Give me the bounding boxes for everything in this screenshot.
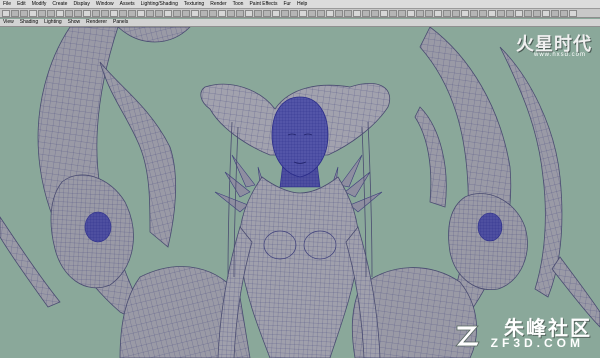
shelf-tool-icon[interactable] xyxy=(209,9,217,17)
shelf-tool-icon[interactable] xyxy=(290,9,298,17)
shelf-tool-icon[interactable] xyxy=(353,9,361,17)
shelf-tool-icon[interactable] xyxy=(119,9,127,17)
shelf-tool-icon[interactable] xyxy=(551,9,559,17)
shelf-tool-icon[interactable] xyxy=(344,9,352,17)
right-pod xyxy=(448,193,528,291)
shelf-tool-icon[interactable] xyxy=(38,9,46,17)
shelf-tool-icon[interactable] xyxy=(164,9,172,17)
hxsd-url-text: www.hxsd.com xyxy=(533,52,586,58)
shelf-tool-icon[interactable] xyxy=(137,9,145,17)
shelf-tool-icon[interactable] xyxy=(11,9,19,17)
shelf-tool-icon[interactable] xyxy=(56,9,64,17)
shelf-tool-icon[interactable] xyxy=(182,9,190,17)
shelf-tool-icon[interactable] xyxy=(470,9,478,17)
shelf-tool-icon[interactable] xyxy=(128,9,136,17)
tool-shelf xyxy=(0,9,600,18)
shelf-tool-icon[interactable] xyxy=(335,9,343,17)
shelf-tool-icon[interactable] xyxy=(389,9,397,17)
shelf-tool-icon[interactable] xyxy=(20,9,28,17)
main-menubar: File Edit Modify Create Display Window A… xyxy=(0,0,600,9)
shelf-tool-icon[interactable] xyxy=(200,9,208,17)
shelf-tool-icon[interactable] xyxy=(434,9,442,17)
shelf-tool-icon[interactable] xyxy=(155,9,163,17)
zf3d-watermark: 朱峰社区 ZF3D.COM xyxy=(442,312,592,352)
panel-menu-view[interactable]: View xyxy=(0,19,17,26)
shelf-tool-icon[interactable] xyxy=(47,9,55,17)
menu-toon[interactable]: Toon xyxy=(230,0,247,8)
torso xyxy=(238,176,360,358)
maya-window: File Edit Modify Create Display Window A… xyxy=(0,0,600,358)
menu-fur[interactable]: Fur xyxy=(280,0,294,8)
shelf-tool-icon[interactable] xyxy=(254,9,262,17)
wireframe-model-canvas[interactable] xyxy=(0,27,600,358)
zf3d-brand-en: ZF3D.COM xyxy=(490,336,584,350)
shelf-tool-icon[interactable] xyxy=(236,9,244,17)
shelf-tool-icon[interactable] xyxy=(263,9,271,17)
menu-display[interactable]: Display xyxy=(70,0,92,8)
shelf-tool-icon[interactable] xyxy=(497,9,505,17)
panel-menu-shading[interactable]: Shading xyxy=(17,19,41,26)
panel-menu-show[interactable]: Show xyxy=(65,19,84,26)
shelf-tool-icon[interactable] xyxy=(416,9,424,17)
shelf-tool-icon[interactable] xyxy=(74,9,82,17)
shelf-tool-icon[interactable] xyxy=(515,9,523,17)
shelf-tool-icon[interactable] xyxy=(533,9,541,17)
shelf-tool-icon[interactable] xyxy=(191,9,199,17)
shelf-tool-icon[interactable] xyxy=(362,9,370,17)
menu-window[interactable]: Window xyxy=(93,0,117,8)
shelf-tool-icon[interactable] xyxy=(110,9,118,17)
shelf-tool-icon[interactable] xyxy=(479,9,487,17)
shelf-tool-icon[interactable] xyxy=(488,9,496,17)
shelf-tool-icon[interactable] xyxy=(425,9,433,17)
shelf-tool-icon[interactable] xyxy=(29,9,37,17)
shelf-tool-icon[interactable] xyxy=(146,9,154,17)
3d-viewport[interactable]: 火星时代 www.hxsd.com 朱峰社区 ZF3D.COM xyxy=(0,27,600,358)
menu-assets[interactable]: Assets xyxy=(117,0,138,8)
shelf-tool-icon[interactable] xyxy=(2,9,10,17)
shelf-tool-icon[interactable] xyxy=(101,9,109,17)
shelf-tool-icon[interactable] xyxy=(299,9,307,17)
menu-modify[interactable]: Modify xyxy=(29,0,50,8)
panel-menu-renderer[interactable]: Renderer xyxy=(83,19,110,26)
shelf-tool-icon[interactable] xyxy=(326,9,334,17)
menu-file[interactable]: File xyxy=(0,0,14,8)
left-pod xyxy=(50,174,134,289)
menu-paint-effects[interactable]: Paint Effects xyxy=(246,0,280,8)
menu-edit[interactable]: Edit xyxy=(14,0,29,8)
shelf-tool-icon[interactable] xyxy=(173,9,181,17)
shelf-tool-icon[interactable] xyxy=(308,9,316,17)
shelf-tool-icon[interactable] xyxy=(281,9,289,17)
shelf-tool-icon[interactable] xyxy=(371,9,379,17)
shelf-tool-icon[interactable] xyxy=(542,9,550,17)
menu-help[interactable]: Help xyxy=(294,0,310,8)
shelf-tool-icon[interactable] xyxy=(461,9,469,17)
panel-menu-lighting[interactable]: Lighting xyxy=(41,19,65,26)
shelf-tool-icon[interactable] xyxy=(569,9,577,17)
shelf-tool-icon[interactable] xyxy=(524,9,532,17)
shelf-tool-icon[interactable] xyxy=(245,9,253,17)
panel-menubar: View Shading Lighting Show Renderer Pane… xyxy=(0,19,600,27)
head xyxy=(271,96,329,178)
menu-render[interactable]: Render xyxy=(207,0,229,8)
panel-menu-panels[interactable]: Panels xyxy=(110,19,131,26)
shelf-tool-icon[interactable] xyxy=(407,9,415,17)
shelf-tool-icon[interactable] xyxy=(452,9,460,17)
shelf-tool-icon[interactable] xyxy=(83,9,91,17)
shelf-tool-icon[interactable] xyxy=(506,9,514,17)
shelf-tool-icon[interactable] xyxy=(443,9,451,17)
menu-create[interactable]: Create xyxy=(49,0,70,8)
shelf-tool-icon[interactable] xyxy=(218,9,226,17)
shelf-tool-icon[interactable] xyxy=(317,9,325,17)
shelf-tool-icon[interactable] xyxy=(398,9,406,17)
shelf-tool-icon[interactable] xyxy=(92,9,100,17)
hxsd-watermark: 火星时代 www.hxsd.com xyxy=(482,30,592,64)
shelf-tool-icon[interactable] xyxy=(560,9,568,17)
shelf-tool-icon[interactable] xyxy=(380,9,388,17)
shelf-tool-icon[interactable] xyxy=(272,9,280,17)
shelf-tool-icon[interactable] xyxy=(65,9,73,17)
shelf-tool-icon[interactable] xyxy=(227,9,235,17)
menu-lighting-shading[interactable]: Lighting/Shading xyxy=(138,0,181,8)
menu-texturing[interactable]: Texturing xyxy=(181,0,207,8)
